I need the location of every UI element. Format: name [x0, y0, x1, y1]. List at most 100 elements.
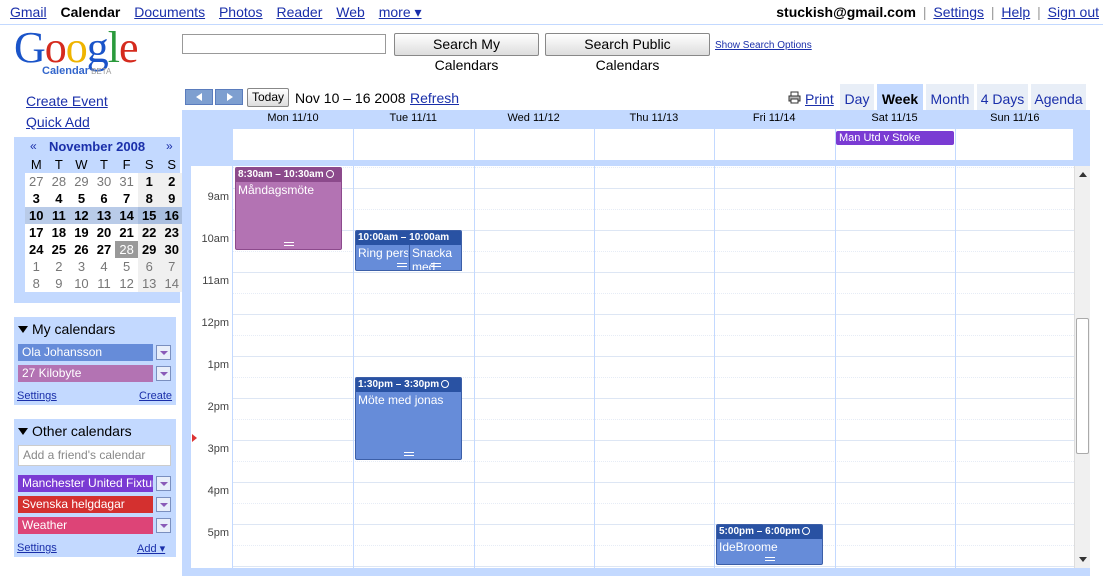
- event-mote-med-jonas[interactable]: 1:30pm – 3:30pm Möte med jonas: [355, 377, 462, 460]
- search-public-calendars-button[interactable]: Search Public Calendars: [545, 33, 710, 73]
- calendar-item-weather[interactable]: Weather: [18, 517, 153, 534]
- scroll-thumb[interactable]: [1076, 318, 1089, 454]
- tab-day[interactable]: Day: [840, 84, 874, 110]
- mini-day[interactable]: 11: [93, 275, 116, 292]
- add-calendar-link[interactable]: Add ▾: [137, 542, 165, 555]
- create-calendar-link[interactable]: Create: [139, 390, 172, 402]
- mini-day[interactable]: 7: [115, 190, 138, 207]
- calendar-item-ola-johansson[interactable]: Ola Johansson: [18, 344, 153, 361]
- calendar-options-dropdown[interactable]: [156, 345, 171, 360]
- mini-day[interactable]: 7: [160, 258, 184, 275]
- calendar-options-dropdown[interactable]: [156, 497, 171, 512]
- mini-day[interactable]: 8: [137, 190, 161, 207]
- nav-photos[interactable]: Photos: [219, 4, 263, 20]
- mini-day[interactable]: 12: [70, 207, 93, 224]
- resize-handle[interactable]: [764, 557, 775, 561]
- mini-day[interactable]: 6: [93, 190, 116, 207]
- calendar-options-dropdown[interactable]: [156, 476, 171, 491]
- help-link[interactable]: Help: [1001, 4, 1030, 20]
- show-search-options-link[interactable]: Show Search Options: [715, 40, 812, 51]
- day-header[interactable]: Sat 11/15: [835, 112, 955, 124]
- mini-day[interactable]: 31: [115, 173, 138, 190]
- event-mandagsmote[interactable]: 8:30am – 10:30am Måndagsmöte: [235, 167, 342, 250]
- day-header[interactable]: Thu 11/13: [594, 112, 714, 124]
- mini-day[interactable]: 13: [137, 275, 161, 292]
- search-my-calendars-button[interactable]: Search My Calendars: [394, 33, 539, 73]
- add-friend-calendar-input[interactable]: Add a friend's calendar: [18, 445, 171, 466]
- mini-day[interactable]: 12: [115, 275, 138, 292]
- mini-day[interactable]: 22: [137, 224, 161, 241]
- calendar-options-dropdown[interactable]: [156, 366, 171, 381]
- calendar-item-svenska-helgdagar[interactable]: Svenska helgdagar: [18, 496, 153, 513]
- mini-day[interactable]: 9: [48, 275, 71, 292]
- sign-out-link[interactable]: Sign out: [1048, 4, 1099, 20]
- calendar-item-manchester-united[interactable]: Manchester United Fixtures: [18, 475, 153, 492]
- other-calendars-toggle[interactable]: Other calendars: [18, 423, 132, 439]
- mini-day[interactable]: 10: [25, 207, 48, 224]
- mini-day[interactable]: 30: [93, 173, 116, 190]
- mini-day[interactable]: 11: [48, 207, 71, 224]
- calendar-options-dropdown[interactable]: [156, 518, 171, 533]
- mini-day[interactable]: 29: [70, 173, 93, 190]
- previous-week-button[interactable]: [185, 89, 213, 105]
- print-link[interactable]: Print: [805, 91, 834, 107]
- quick-add-link[interactable]: Quick Add: [26, 114, 90, 130]
- mini-day[interactable]: 3: [25, 190, 48, 207]
- mini-day[interactable]: 28: [115, 241, 138, 258]
- mini-day[interactable]: 2: [48, 258, 71, 275]
- nav-gmail[interactable]: Gmail: [10, 4, 47, 20]
- mini-day[interactable]: 13: [93, 207, 116, 224]
- scroll-up-icon[interactable]: [1079, 172, 1087, 177]
- day-header[interactable]: Sun 11/16: [955, 112, 1075, 124]
- mini-day[interactable]: 8: [25, 275, 48, 292]
- mini-day[interactable]: 14: [115, 207, 138, 224]
- mini-day[interactable]: 6: [137, 258, 161, 275]
- mini-day[interactable]: 9: [160, 190, 184, 207]
- mini-day[interactable]: 1: [137, 173, 161, 190]
- create-event-link[interactable]: Create Event: [26, 93, 108, 109]
- tab-agenda[interactable]: Agenda: [1031, 84, 1086, 110]
- calendar-item-27-kilobyte[interactable]: 27 Kilobyte: [18, 365, 153, 382]
- mini-day[interactable]: 2: [160, 173, 184, 190]
- mini-day[interactable]: 17: [25, 224, 48, 241]
- mini-day[interactable]: 30: [160, 241, 184, 258]
- next-week-button[interactable]: [215, 89, 243, 105]
- mini-day[interactable]: 25: [48, 241, 71, 258]
- google-calendar-logo[interactable]: Google Calendar BETA: [14, 26, 164, 80]
- mini-day[interactable]: 5: [70, 190, 93, 207]
- mini-day[interactable]: 24: [25, 241, 48, 258]
- tab-month[interactable]: Month: [926, 84, 974, 110]
- mini-day[interactable]: 19: [70, 224, 93, 241]
- nav-reader[interactable]: Reader: [276, 4, 322, 20]
- mini-day[interactable]: 26: [70, 241, 93, 258]
- scroll-down-icon[interactable]: [1079, 557, 1087, 562]
- mini-day[interactable]: 27: [25, 173, 48, 190]
- search-input[interactable]: [182, 34, 386, 54]
- settings-link[interactable]: Settings: [933, 4, 984, 20]
- mini-day[interactable]: 5: [115, 258, 138, 275]
- mini-day[interactable]: 14: [160, 275, 184, 292]
- tab-week[interactable]: Week: [877, 84, 923, 110]
- day-header[interactable]: Wed 11/12: [474, 112, 594, 124]
- mini-next-month[interactable]: »: [166, 139, 173, 153]
- mini-day[interactable]: 27: [93, 241, 116, 258]
- resize-handle[interactable]: [283, 242, 294, 246]
- mini-day[interactable]: 28: [48, 173, 71, 190]
- mini-day[interactable]: 29: [137, 241, 161, 258]
- my-calendars-settings-link[interactable]: Settings: [17, 390, 57, 402]
- mini-day[interactable]: 18: [48, 224, 71, 241]
- today-button[interactable]: Today: [247, 88, 289, 107]
- event-idebroome[interactable]: 5:00pm – 6:00pm IdeBroome: [716, 524, 823, 565]
- resize-handle[interactable]: [430, 263, 441, 267]
- tab-4-days[interactable]: 4 Days: [977, 84, 1028, 110]
- mini-day[interactable]: 3: [70, 258, 93, 275]
- resize-handle[interactable]: [397, 263, 407, 267]
- event-snacka-med[interactable]: Snacka med: [409, 245, 462, 271]
- nav-more[interactable]: more ▾: [379, 4, 422, 20]
- mini-day[interactable]: 16: [160, 207, 184, 224]
- mini-day[interactable]: 10: [70, 275, 93, 292]
- allday-event[interactable]: Man Utd v Stoke: [836, 131, 954, 145]
- day-header[interactable]: Fri 11/14: [714, 112, 834, 124]
- mini-day[interactable]: 20: [93, 224, 116, 241]
- mini-day[interactable]: 23: [160, 224, 184, 241]
